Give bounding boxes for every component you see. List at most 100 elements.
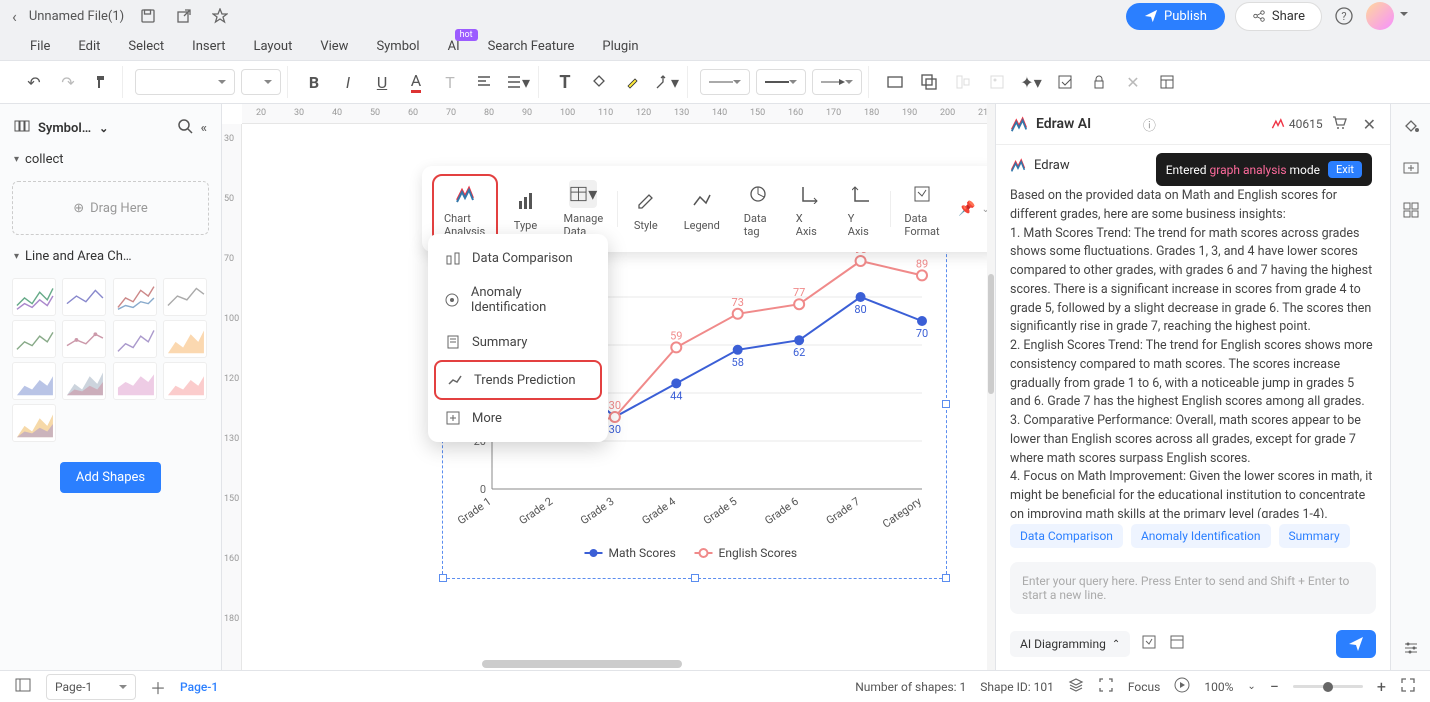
save-icon[interactable]: [136, 4, 160, 28]
page-view-icon[interactable]: [14, 676, 32, 697]
focus-icon[interactable]: [1098, 677, 1114, 696]
fill-icon[interactable]: [585, 68, 613, 96]
text-color-icon[interactable]: A: [402, 68, 430, 96]
add-page-button[interactable]: ＋: [150, 675, 166, 699]
manage-data-button[interactable]: ▾ Manage Data: [554, 176, 614, 242]
menu-anomaly[interactable]: Anomaly Identification: [434, 276, 602, 324]
text-style-icon[interactable]: T: [436, 68, 464, 96]
grid-apps-icon[interactable]: [1399, 198, 1423, 222]
shape-overlap-icon[interactable]: [915, 68, 943, 96]
help-icon[interactable]: ?: [1332, 4, 1356, 28]
chevron-down-icon[interactable]: ⌄: [1247, 681, 1255, 692]
shape-thumbnail[interactable]: [12, 320, 56, 358]
menu-search[interactable]: Search Feature: [488, 39, 575, 54]
resize-handle[interactable]: [691, 574, 699, 582]
zoom-in-button[interactable]: +: [1377, 677, 1386, 696]
add-panel-icon[interactable]: [1399, 156, 1423, 180]
menu-edit[interactable]: Edit: [78, 39, 100, 54]
arrow-style-dropdown[interactable]: [812, 69, 862, 95]
layout-icon[interactable]: [1153, 68, 1181, 96]
drag-drop-zone[interactable]: ⊕ Drag Here: [12, 181, 209, 235]
shape-thumbnail[interactable]: [12, 362, 56, 400]
template-icon[interactable]: [1168, 633, 1186, 655]
italic-icon[interactable]: I: [334, 68, 362, 96]
zoom-out-button[interactable]: −: [1270, 677, 1279, 696]
shape-thumbnail[interactable]: [62, 362, 106, 400]
page-selector-dropdown[interactable]: Page-1: [46, 674, 136, 700]
align-objects-icon[interactable]: [949, 68, 977, 96]
shape-thumbnail[interactable]: [163, 362, 207, 400]
shape-thumbnail[interactable]: [113, 278, 157, 316]
pin-icon[interactable]: 📌: [958, 201, 975, 217]
chart-style-button[interactable]: Style: [622, 183, 670, 236]
user-avatar[interactable]: [1366, 2, 1394, 30]
line-area-section-toggle[interactable]: Line and Area Ch…: [8, 239, 213, 274]
shape-rect-icon[interactable]: [881, 68, 909, 96]
format-painter-icon[interactable]: [88, 68, 116, 96]
layers-icon[interactable]: [1068, 677, 1084, 696]
chart-type-button[interactable]: Type: [502, 183, 550, 236]
chip-data-comparison[interactable]: Data Comparison: [1010, 524, 1123, 548]
shape-thumbnail[interactable]: [12, 278, 56, 316]
redo-icon[interactable]: ↷: [54, 68, 82, 96]
settings-rail-icon[interactable]: [1399, 636, 1423, 660]
menu-view[interactable]: View: [320, 39, 348, 54]
close-icon[interactable]: ✕: [1363, 115, 1376, 134]
resize-handle[interactable]: [439, 574, 447, 582]
zoom-slider[interactable]: [1293, 685, 1363, 688]
menu-ai[interactable]: AIhot: [448, 39, 460, 54]
font-family-dropdown[interactable]: [135, 69, 235, 95]
data-format-button[interactable]: Data Format: [894, 176, 950, 242]
x-axis-button[interactable]: X Axis: [786, 176, 834, 242]
connector-icon[interactable]: ▾: [653, 68, 681, 96]
ai-mode-dropdown[interactable]: AI Diagramming ⌃: [1010, 631, 1130, 657]
menu-symbol[interactable]: Symbol: [376, 39, 419, 54]
menu-select[interactable]: Select: [128, 39, 164, 54]
resize-handle[interactable]: [942, 574, 950, 582]
shape-thumbnail[interactable]: [62, 278, 106, 316]
shape-thumbnail[interactable]: [113, 362, 157, 400]
horizontal-scrollbar[interactable]: [482, 660, 682, 668]
legend-button[interactable]: Legend: [674, 183, 730, 236]
focus-label[interactable]: Focus: [1128, 680, 1160, 694]
expand-arrow-icon[interactable]: ⌄: [981, 204, 987, 215]
share-button[interactable]: Share: [1235, 2, 1322, 31]
tools-icon[interactable]: ✕: [1119, 68, 1147, 96]
edit-shape-icon[interactable]: [1051, 68, 1079, 96]
line-weight-dropdown[interactable]: [756, 69, 806, 95]
font-size-dropdown[interactable]: [241, 69, 281, 95]
chevron-down-icon[interactable]: ⌄: [99, 122, 108, 135]
lock-icon[interactable]: [1085, 68, 1113, 96]
image-icon[interactable]: [983, 68, 1011, 96]
align-icon[interactable]: [470, 68, 498, 96]
zoom-level[interactable]: 100%: [1204, 680, 1233, 694]
send-button[interactable]: [1336, 630, 1376, 658]
line-style-dropdown[interactable]: [700, 69, 750, 95]
page-tab[interactable]: Page-1: [180, 680, 218, 694]
add-shapes-button[interactable]: Add Shapes: [60, 462, 161, 493]
chip-anomaly[interactable]: Anomaly Identification: [1131, 524, 1271, 548]
text-tool-icon[interactable]: T: [551, 68, 579, 96]
menu-file[interactable]: File: [30, 39, 50, 54]
star-icon[interactable]: [208, 4, 232, 28]
back-arrow-icon[interactable]: ‹: [12, 7, 17, 26]
menu-layout[interactable]: Layout: [253, 39, 292, 54]
ai-query-input[interactable]: Enter your query here. Press Enter to se…: [1010, 562, 1376, 614]
sparkle-icon[interactable]: ✦▾: [1017, 68, 1045, 96]
cart-icon[interactable]: [1331, 114, 1347, 134]
shape-thumbnail[interactable]: [163, 320, 207, 358]
exit-mode-button[interactable]: Exit: [1328, 161, 1362, 178]
menu-more[interactable]: More: [434, 400, 602, 436]
highlight-icon[interactable]: [619, 68, 647, 96]
play-icon[interactable]: [1174, 677, 1190, 696]
menu-summary[interactable]: Summary: [434, 324, 602, 360]
data-tag-button[interactable]: Data tag: [734, 176, 782, 242]
menu-insert[interactable]: Insert: [192, 39, 225, 54]
menu-plugin[interactable]: Plugin: [602, 39, 638, 54]
vertical-scrollbar[interactable]: [988, 274, 994, 394]
search-icon[interactable]: [177, 118, 193, 138]
export-icon[interactable]: [172, 4, 196, 28]
shape-thumbnail[interactable]: [163, 278, 207, 316]
underline-icon[interactable]: U: [368, 68, 396, 96]
collect-section-toggle[interactable]: collect: [8, 142, 213, 177]
